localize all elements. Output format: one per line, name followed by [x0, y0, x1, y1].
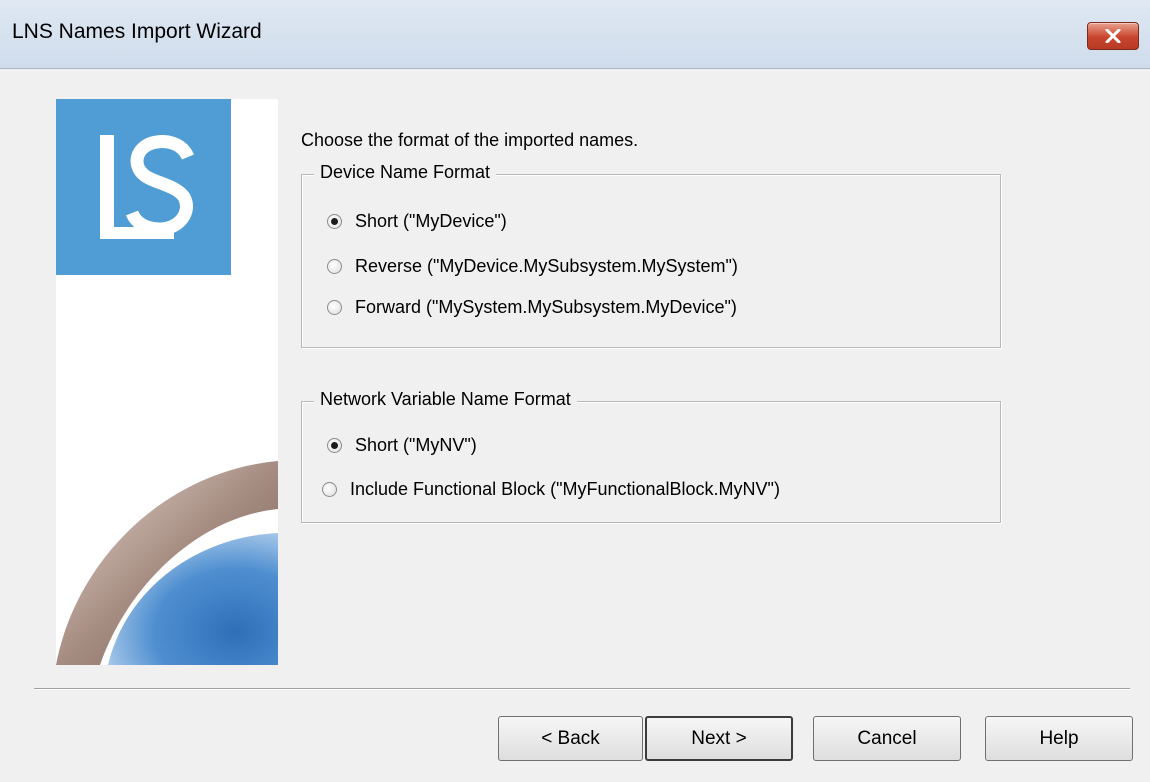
title-bar[interactable]: LNS Names Import Wizard — [0, 0, 1150, 69]
nv-format-short-radio[interactable]: Short ("MyNV") — [327, 433, 477, 457]
device-name-format-group: Device Name Format Short ("MyDevice") Re… — [301, 162, 1001, 348]
nv-format-functional-block-radio[interactable]: Include Functional Block ("MyFunctionalB… — [322, 477, 780, 501]
nv-name-format-group: Network Variable Name Format Short ("MyN… — [301, 389, 1001, 523]
device-format-short-radio[interactable]: Short ("MyDevice") — [327, 209, 507, 233]
radio-button[interactable] — [327, 437, 342, 453]
close-button[interactable] — [1087, 22, 1139, 50]
device-format-reverse-label: Reverse ("MyDevice.MySubsystem.MySystem"… — [355, 255, 738, 276]
window-title: LNS Names Import Wizard — [12, 20, 262, 43]
radio-button[interactable] — [327, 299, 342, 315]
next-button[interactable]: Next > — [645, 716, 793, 761]
instruction-text: Choose the format of the imported names. — [301, 130, 639, 150]
ls-logo — [56, 99, 231, 275]
device-name-format-legend: Device Name Format — [314, 162, 497, 183]
device-format-short-label: Short ("MyDevice") — [355, 210, 507, 231]
radio-button[interactable] — [327, 258, 342, 274]
close-icon — [1105, 29, 1121, 43]
nv-format-functional-block-label: Include Functional Block ("MyFunctionalB… — [350, 478, 780, 499]
device-format-reverse-radio[interactable]: Reverse ("MyDevice.MySubsystem.MySystem"… — [327, 254, 738, 278]
nv-format-short-label: Short ("MyNV") — [355, 434, 477, 455]
cancel-button[interactable]: Cancel — [813, 716, 961, 761]
nv-name-format-legend: Network Variable Name Format — [314, 389, 577, 410]
help-button[interactable]: Help — [985, 716, 1133, 761]
device-format-forward-label: Forward ("MySystem.MySubsystem.MyDevice"… — [355, 296, 737, 317]
wizard-banner — [56, 99, 278, 665]
back-button[interactable]: < Back — [498, 716, 643, 761]
wizard-window: LNS Names Import Wizard Choose the forma… — [0, 0, 1150, 782]
radio-button[interactable] — [322, 481, 337, 497]
eye-banner-art — [56, 461, 278, 665]
footer-divider — [34, 688, 1130, 690]
device-format-forward-radio[interactable]: Forward ("MySystem.MySubsystem.MyDevice"… — [327, 295, 737, 319]
radio-button[interactable] — [327, 213, 342, 229]
